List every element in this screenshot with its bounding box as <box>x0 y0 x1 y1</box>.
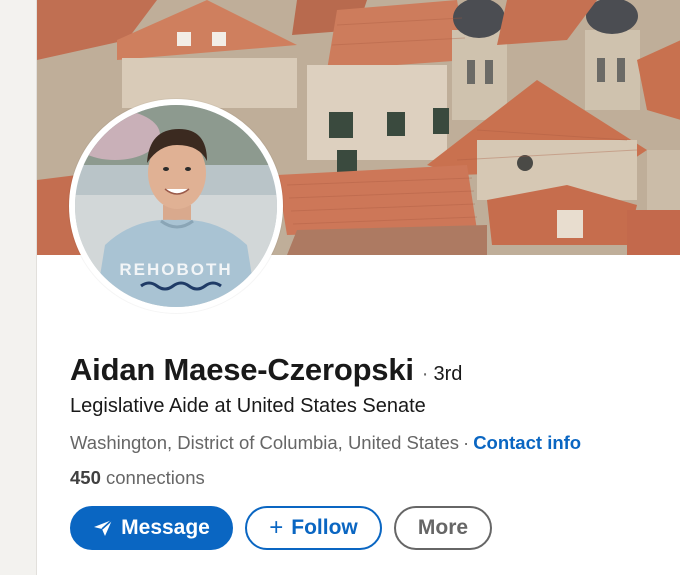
shirt-print-text: REHOBOTH <box>119 260 232 279</box>
follow-button[interactable]: + Follow <box>245 506 382 550</box>
message-button[interactable]: Message <box>70 506 233 550</box>
name-row: Aidan Maese-Czeropski · 3rd <box>70 352 462 388</box>
location-separator: · <box>463 432 470 453</box>
connections-label: connections <box>106 467 205 488</box>
profile-headline: Legislative Aide at United States Senate <box>70 395 426 417</box>
profile-photo[interactable]: REHOBOTH <box>69 99 283 313</box>
location-row: Washington, District of Columbia, United… <box>70 432 581 454</box>
profile-location: Washington, District of Columbia, United… <box>70 432 460 453</box>
profile-actions: Message + Follow More <box>70 506 492 550</box>
connections-row[interactable]: 450 connections <box>70 467 205 489</box>
plus-icon: + <box>269 514 284 541</box>
more-button-label: More <box>417 516 469 539</box>
connections-count: 450 <box>70 467 101 488</box>
profile-card: REHOBOTH Aidan Maese-Czeropski · 3rd Leg… <box>36 0 680 575</box>
connection-degree: 3rd <box>433 363 463 385</box>
person-portrait-illustration: REHOBOTH <box>75 105 277 307</box>
follow-button-label: Follow <box>291 516 358 539</box>
profile-name: Aidan Maese-Czeropski <box>70 352 414 387</box>
profile-photo-image: REHOBOTH <box>75 105 277 307</box>
more-button[interactable]: More <box>394 506 492 550</box>
contact-info-link[interactable]: Contact info <box>473 432 581 453</box>
message-button-label: Message <box>121 516 210 539</box>
paper-plane-icon <box>93 519 113 537</box>
degree-separator: · <box>421 363 429 385</box>
